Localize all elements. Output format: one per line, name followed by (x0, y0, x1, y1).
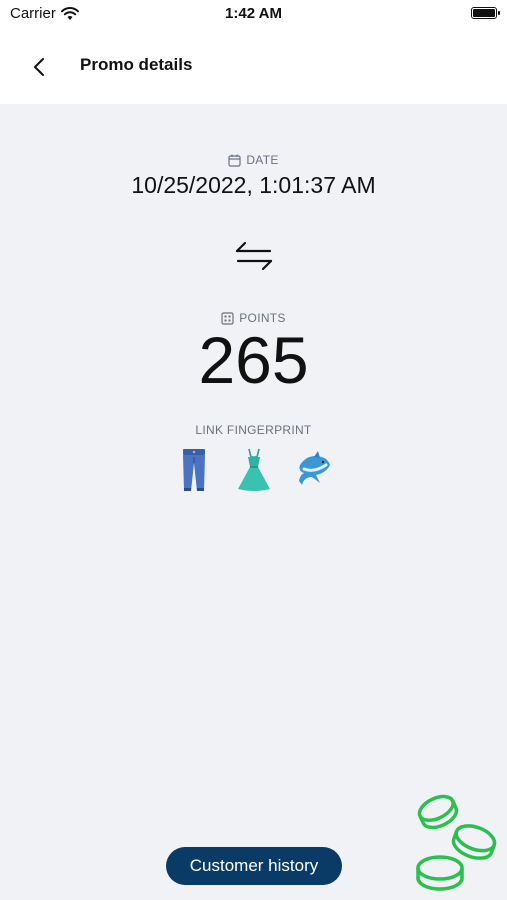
battery-icon (471, 7, 500, 19)
dress-icon (237, 448, 270, 491)
swap-arrows-icon (235, 241, 273, 271)
page-title: Promo details (80, 55, 193, 74)
calendar-icon (228, 154, 241, 167)
dolphin-icon (298, 451, 330, 485)
link-fingerprint-emojis (0, 447, 507, 493)
navigation-bar: Promo details (0, 28, 507, 104)
jeans-icon (182, 449, 205, 491)
chevron-left-icon (34, 58, 44, 76)
customer-history-button[interactable]: Customer history (166, 847, 342, 885)
link-fingerprint-label: LINK FINGERPRINT (195, 423, 312, 437)
date-label: DATE (0, 153, 507, 167)
date-value: 10/25/2022, 1:01:37 AM (131, 172, 376, 198)
date-label-text: DATE (246, 153, 279, 167)
status-time: 1:42 AM (225, 5, 282, 22)
status-bar: Carrier 1:42 AM (0, 0, 507, 28)
coins-icon (416, 794, 497, 891)
points-value: 265 (198, 323, 309, 397)
back-button[interactable] (22, 50, 56, 84)
promo-details-content: DATE 10/25/2022, 1:01:37 AM POINTS 265 L… (0, 104, 507, 900)
